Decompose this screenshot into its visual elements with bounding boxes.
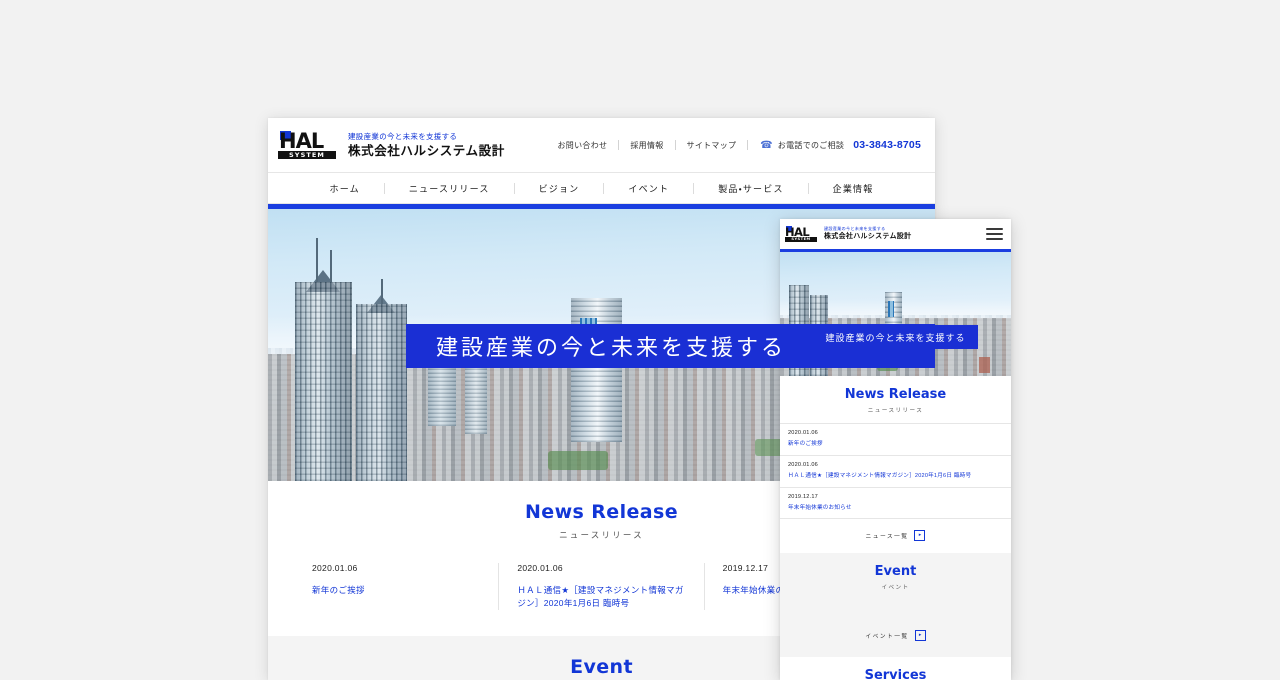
mobile-news-more-label: ニュース一覧 xyxy=(865,534,909,541)
mobile-news-item[interactable]: 2019.12.17 年末年始休業のお知らせ xyxy=(780,486,1011,519)
logo-system-text: SYSTEM xyxy=(785,237,817,242)
telephone-label: お電話でのご相談 xyxy=(777,140,845,150)
mobile-brand-logo[interactable]: HAL SYSTEM xyxy=(785,226,817,242)
mobile-event-heading: Event イベント xyxy=(780,553,1011,600)
hero-tower-left-b xyxy=(356,278,407,481)
hamburger-bar xyxy=(986,238,1003,240)
hero-tower-center xyxy=(571,298,622,443)
news-item-title[interactable]: 新年のご挨拶 xyxy=(312,584,480,597)
hero-headline-text: 建設産業の今と未来を支援する xyxy=(436,335,787,360)
mobile-news-item-date: 2020.01.06 xyxy=(788,430,818,436)
hamburger-bar xyxy=(986,233,1003,235)
mobile-news-item-date: 2020.01.06 xyxy=(788,461,818,468)
mobile-event-title-en: Event xyxy=(874,564,917,580)
mobile-services-heading: Services 製品・サービス xyxy=(780,657,1011,680)
hero-antenna xyxy=(381,278,383,304)
news-item[interactable]: 2020.01.06 ＨＡＬ通信★［建設マネジメント情報マガジン］2020年1月… xyxy=(499,563,705,611)
hero-tower-windows xyxy=(294,281,353,481)
brand-tagline: 建設産業の今と未来を支援する xyxy=(348,132,458,141)
nav-item-home[interactable]: ホーム xyxy=(306,182,384,195)
brand-name-block: 建設産業の今と未来を支援する 株式会社ハルシステム設計 xyxy=(348,131,505,159)
mobile-news-section: News Release ニュースリリース 2020.01.06 新年のご挨拶 … xyxy=(780,376,1011,553)
hero-antenna xyxy=(316,237,318,282)
site-header: HAL SYSTEM 建設産業の今と未来を支援する 株式会社ハルシステム設計 お… xyxy=(268,118,935,172)
mobile-event-more-button[interactable]: イベント一覧 ▸ xyxy=(780,630,1011,657)
brand-company-name: 株式会社ハルシステム設計 xyxy=(348,144,505,158)
nav-item-products-services[interactable]: 製品・サービス xyxy=(694,182,807,195)
hero-tower-windows xyxy=(356,303,407,481)
mobile-event-more-label: イベント一覧 xyxy=(865,634,909,641)
mobile-hero-tower-blue-glass xyxy=(888,301,895,318)
news-item-title[interactable]: ＨＡＬ通信★［建設マネジメント情報マガジン］2020年1月6日 臨時号 xyxy=(517,584,685,610)
news-item[interactable]: 2020.01.06 新年のご挨拶 xyxy=(294,563,500,611)
hero-antenna xyxy=(330,249,332,282)
hero-top-accent-bar xyxy=(268,204,935,209)
phone-icon: ☎ xyxy=(760,139,773,151)
hero-park-patch xyxy=(548,450,609,470)
brand-logo[interactable]: HAL SYSTEM xyxy=(278,130,336,160)
hal-logo-mark: HAL SYSTEM xyxy=(278,130,336,160)
mobile-event-section: Event イベント イベント一覧 ▸ xyxy=(780,553,1011,658)
arrow-right-icon: ▸ xyxy=(914,630,926,642)
nav-item-news-release[interactable]: ニュースリリース xyxy=(385,182,514,195)
logo-hal-text: HAL xyxy=(279,129,324,153)
mobile-header: HAL SYSTEM 建設産業の今と未来を支援する 株式会社ハルシステム設計 xyxy=(780,219,1011,249)
header-link-recruit[interactable]: 採用情報 xyxy=(619,140,674,151)
mobile-hero-top-accent-bar xyxy=(780,249,1011,252)
hero-tower-mid-small-b xyxy=(464,367,488,434)
header-link-contact[interactable]: お問い合わせ xyxy=(547,140,619,151)
mobile-site-card: HAL SYSTEM 建設産業の今と未来を支援する 株式会社ハルシステム設計 建… xyxy=(780,219,1011,680)
nav-item-company-info[interactable]: 企業情報 xyxy=(809,182,898,195)
hero-tower-left-a xyxy=(294,237,353,481)
mobile-hero-headline-band: 建設産業の今と未来を支援する xyxy=(813,325,978,349)
hero-tower-windows xyxy=(464,367,488,434)
hamburger-menu-icon[interactable] xyxy=(986,228,1003,240)
main-navigation: ホーム ニュースリリース ビジョン イベント 製品・サービス 企業情報 xyxy=(268,172,935,204)
mobile-news-item[interactable]: 2020.01.06 ＨＡＬ通信★［建設マネジメント情報マガジン］2020年1月… xyxy=(780,454,1011,487)
mobile-news-title-en: News Release xyxy=(844,387,947,402)
mobile-news-item-title[interactable]: 新年のご挨拶 xyxy=(788,441,1003,449)
nav-item-vision[interactable]: ビジョン xyxy=(515,182,604,195)
telephone-number[interactable]: 03-3843-8705 xyxy=(853,139,921,151)
mobile-hero-headline-text: 建設産業の今と未来を支援する xyxy=(825,332,966,343)
mobile-news-heading: News Release ニュースリリース xyxy=(780,376,1011,423)
mobile-event-title-jp: イベント xyxy=(881,585,910,592)
mobile-event-content-area xyxy=(780,600,1011,630)
nav-item-event[interactable]: イベント xyxy=(604,182,693,195)
mobile-news-item[interactable]: 2020.01.06 新年のご挨拶 xyxy=(780,423,1011,455)
header-telephone[interactable]: ☎ お電話でのご相談 03-3843-8705 xyxy=(748,139,921,151)
mobile-news-item-date: 2019.12.17 xyxy=(788,493,818,500)
mobile-brand-company-name: 株式会社ハルシステム設計 xyxy=(824,233,912,240)
hamburger-bar xyxy=(986,228,1003,230)
mobile-services-title-en: Services xyxy=(864,668,927,680)
header-link-sitemap[interactable]: サイトマップ xyxy=(676,140,748,151)
mobile-news-title-jp: ニュースリリース xyxy=(867,408,924,414)
mobile-services-section: Services 製品・サービス システム事業 xyxy=(780,657,1011,680)
header-utility-links: お問い合わせ 採用情報 サイトマップ ☎ お電話でのご相談 03-3843-87… xyxy=(547,139,926,151)
mobile-news-more-button[interactable]: ニュース一覧 ▸ xyxy=(780,518,1011,553)
mobile-news-item-title[interactable]: ＨＡＬ通信★［建設マネジメント情報マガジン］2020年1月6日 臨時号 xyxy=(788,473,1003,481)
arrow-right-icon: ▸ xyxy=(914,530,926,542)
news-item-date: 2020.01.06 xyxy=(517,563,563,573)
mobile-news-item-title[interactable]: 年末年始休業のお知らせ xyxy=(788,505,1003,513)
screenshot-stage: HAL SYSTEM 建設産業の今と未来を支援する 株式会社ハルシステム設計 お… xyxy=(0,0,1280,680)
news-item-date: 2020.01.06 xyxy=(312,563,358,573)
logo-system-text: SYSTEM xyxy=(278,151,336,159)
mobile-hero-red-building xyxy=(978,356,991,374)
mobile-brand-name-block: 建設産業の今と未来を支援する 株式会社ハルシステム設計 xyxy=(824,226,911,242)
